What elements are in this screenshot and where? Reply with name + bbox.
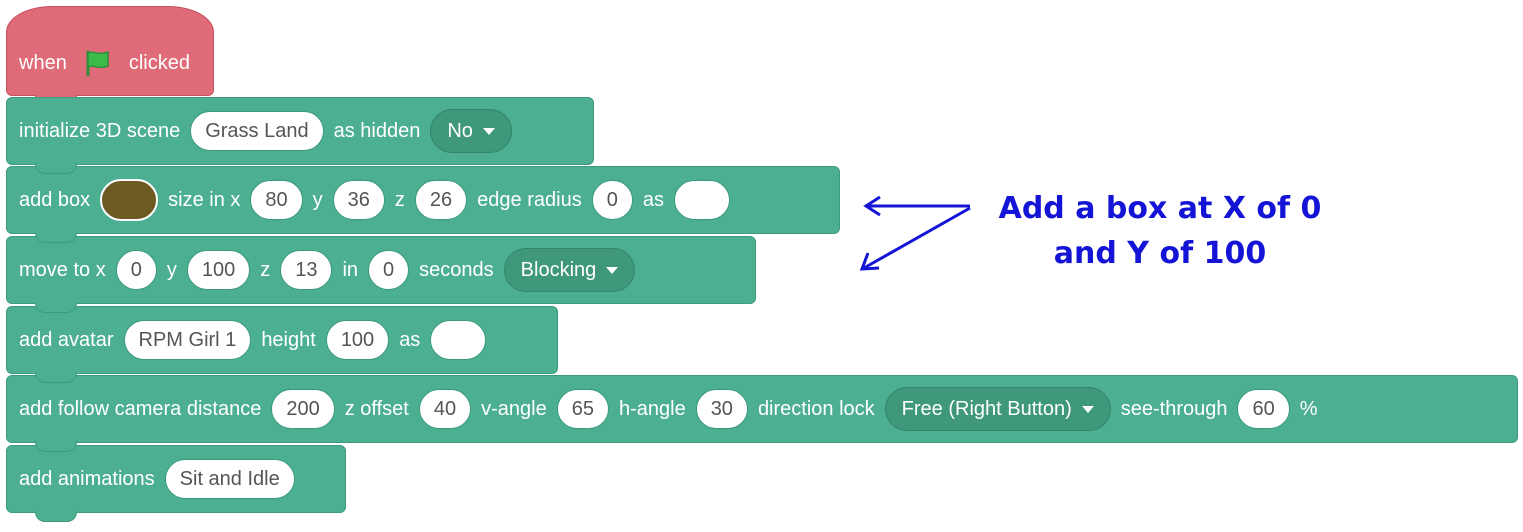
annotation-line-1: Add a box at X of 0 [998,191,1322,226]
annotation-text: Add a box at X of 0 and Y of 100 [960,186,1360,276]
annotation-line-2: and Y of 100 [1053,236,1267,271]
arrow-icon [859,195,971,271]
